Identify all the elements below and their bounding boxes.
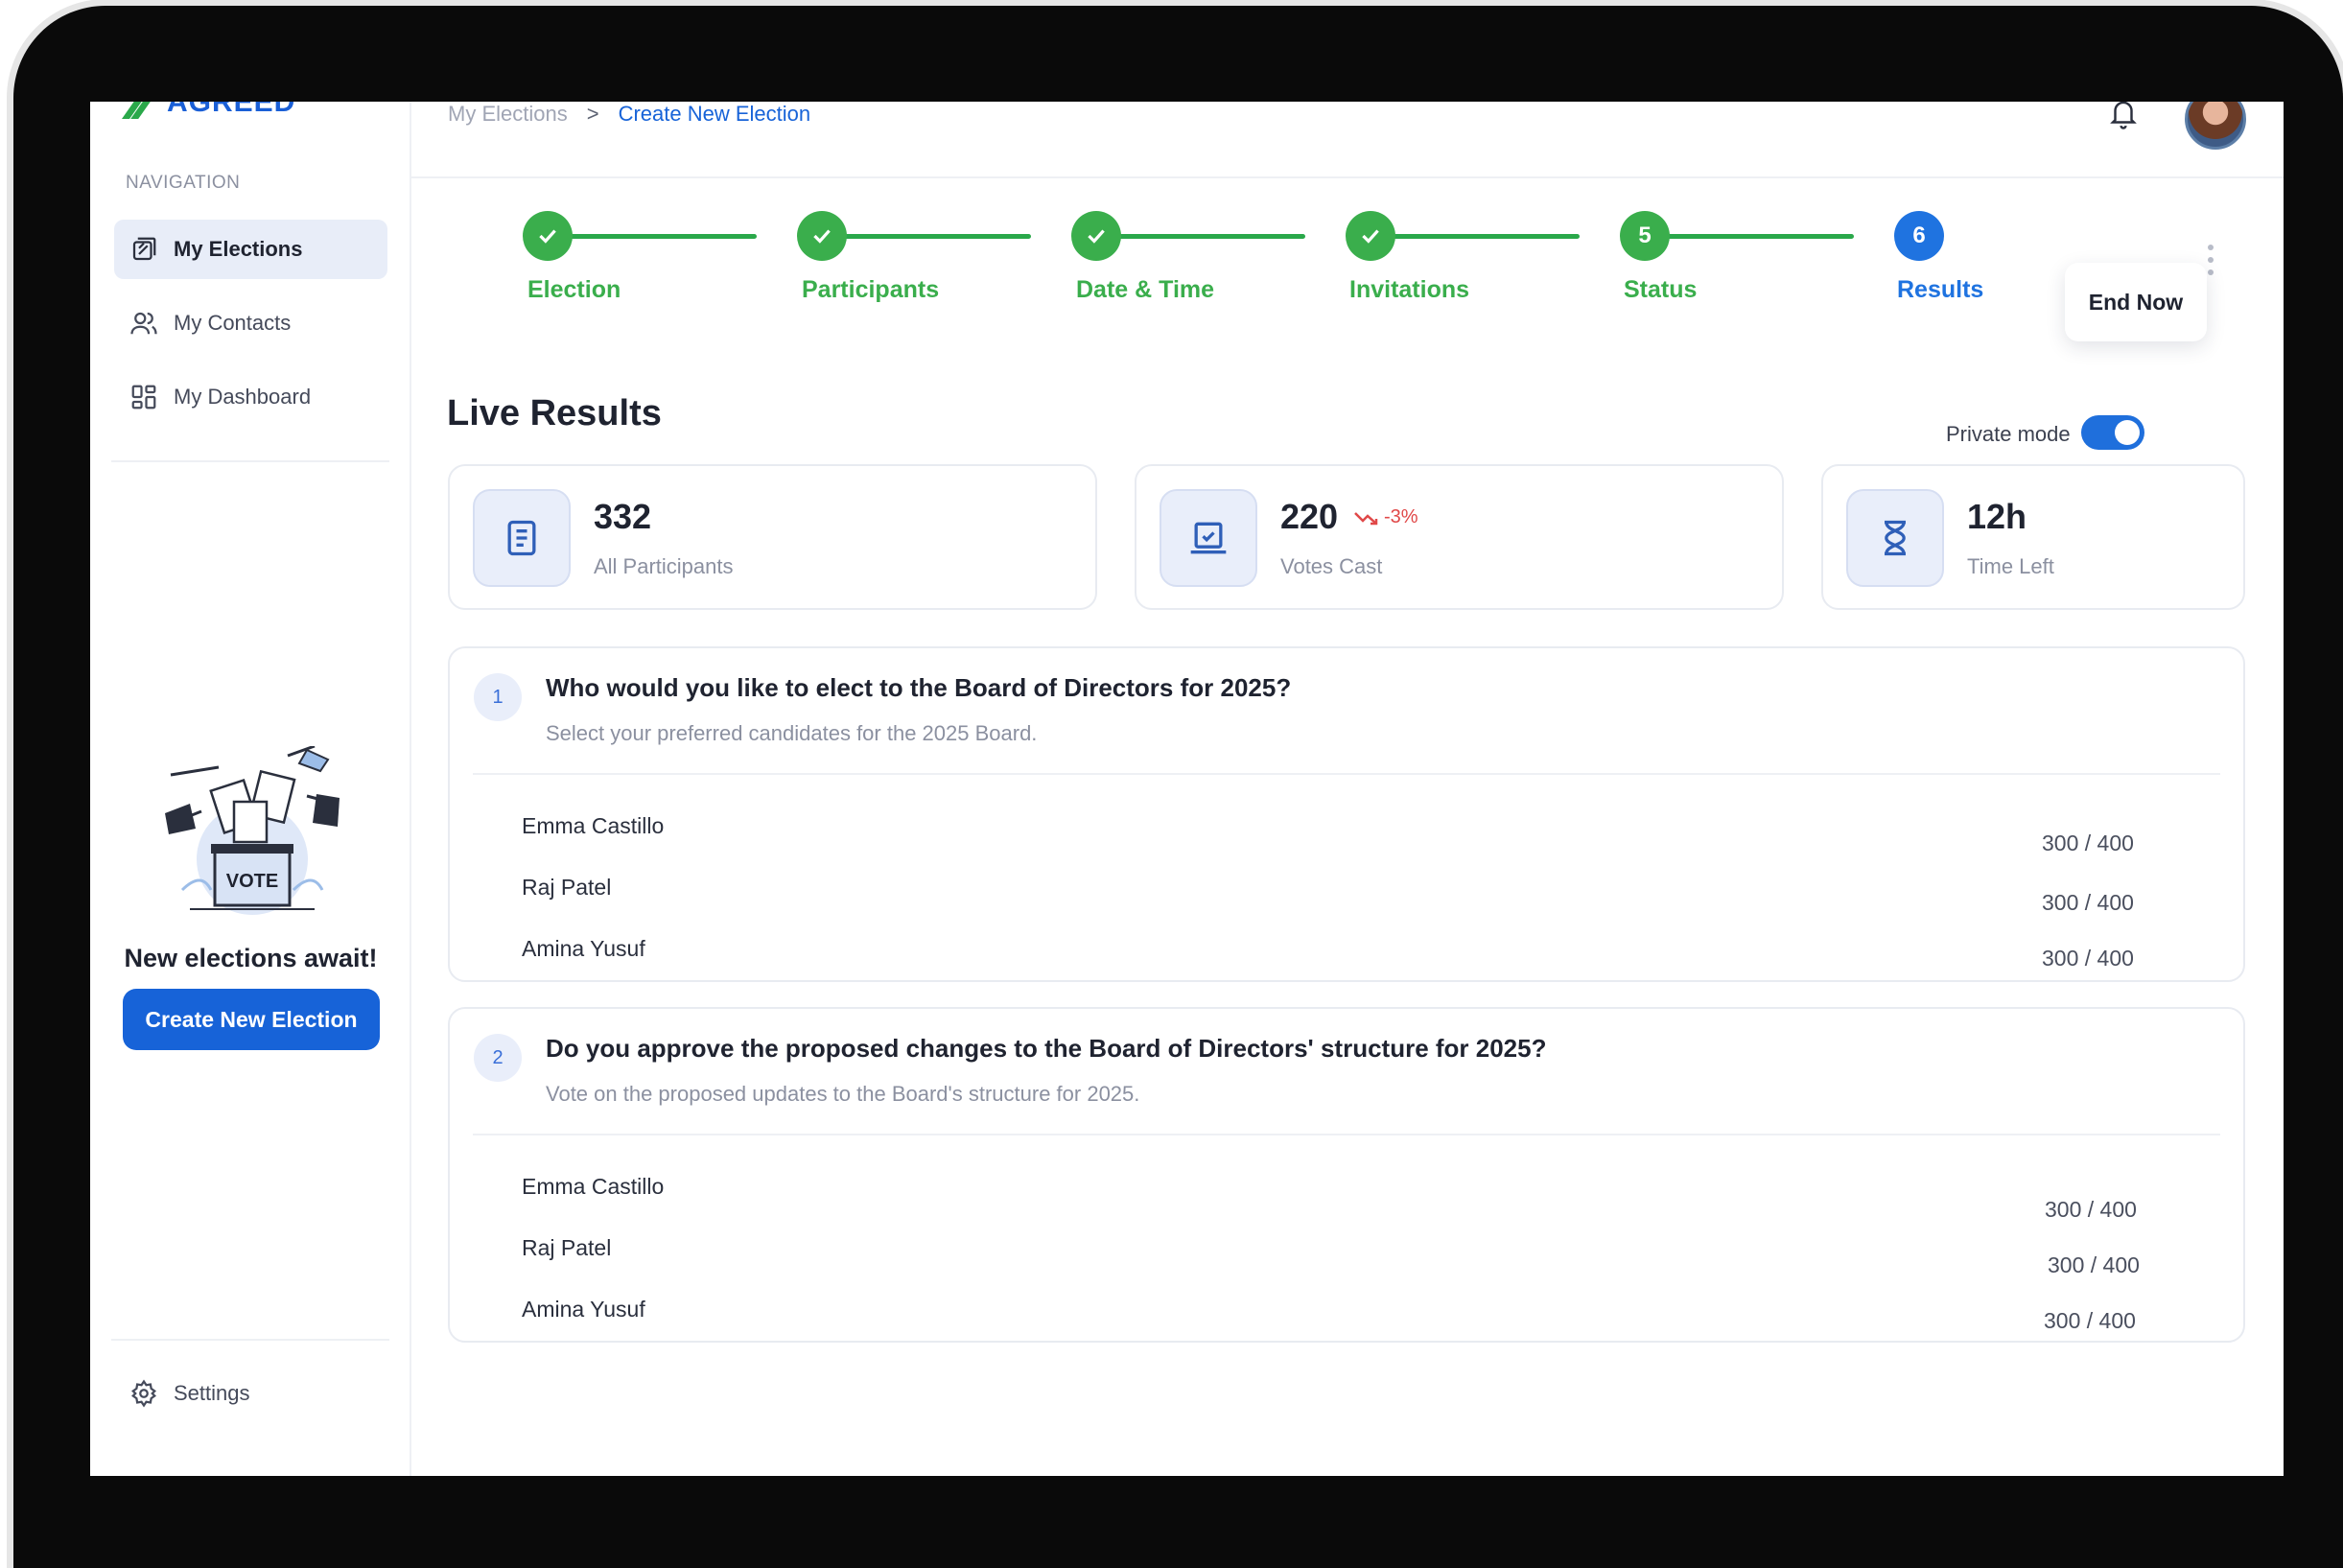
vote-illustration: VOTE: [165, 746, 340, 915]
trend-down-icon: [1354, 511, 1378, 525]
breadcrumb-my-elections[interactable]: My Elections: [448, 102, 568, 127]
stat-card-time-left: 12h Time Left: [1821, 464, 2245, 610]
stat-icon-box: [473, 489, 571, 587]
nav-divider: [111, 1339, 389, 1341]
step-connector: [567, 234, 757, 239]
bell-icon[interactable]: [2109, 102, 2138, 130]
page-title: Live Results: [447, 393, 662, 433]
stat-label: Time Left: [1967, 554, 2054, 578]
elections-icon: [132, 237, 156, 261]
stat-label: All Participants: [594, 554, 734, 578]
avatar[interactable]: [2185, 102, 2246, 150]
step-1-check-icon[interactable]: [523, 211, 573, 261]
stat-label: Votes Cast: [1280, 554, 1383, 578]
step-3-check-icon[interactable]: [1071, 211, 1121, 261]
step-4-check-icon[interactable]: [1346, 211, 1395, 261]
candidate-score: 300 / 400: [2042, 831, 2134, 855]
step-connector: [1664, 234, 1854, 239]
step-6-number[interactable]: 6: [1894, 211, 1944, 261]
question-card-2: 2 Do you approve the proposed changes to…: [448, 1007, 2245, 1343]
step-label-participants[interactable]: Participants: [802, 276, 939, 304]
gear-icon: [131, 1379, 156, 1408]
step-2-check-icon[interactable]: [797, 211, 847, 261]
candidate-name: Emma Castillo: [522, 1174, 665, 1199]
step-label-status[interactable]: Status: [1624, 276, 1697, 304]
step-label-date-time[interactable]: Date & Time: [1076, 276, 1214, 304]
ballot-icon: [1190, 522, 1227, 554]
create-new-election-button[interactable]: Create New Election: [123, 989, 380, 1050]
breadcrumb-current: Create New Election: [618, 102, 811, 126]
question-number-badge: 2: [474, 1034, 522, 1082]
step-label-invitations[interactable]: Invitations: [1349, 276, 1469, 304]
toggle-knob: [2115, 420, 2140, 445]
question-card-1: 1 Who would you like to elect to the Boa…: [448, 646, 2245, 982]
contacts-icon: [130, 312, 157, 335]
hourglass-icon: [1885, 520, 1906, 556]
step-label-election[interactable]: Election: [527, 276, 621, 304]
sidebar-item-label: Settings: [174, 1381, 250, 1405]
dashboard-icon: [131, 385, 156, 410]
candidate-score: 300 / 400: [2042, 946, 2134, 971]
nav-divider: [111, 460, 389, 462]
question-subtitle: Select your preferred candidates for the…: [546, 721, 1038, 745]
sidebar-item-my-dashboard[interactable]: My Dashboard: [114, 367, 387, 427]
nav-heading: NAVIGATION: [126, 173, 241, 193]
question-title: Who would you like to elect to the Board…: [546, 673, 1292, 702]
top-bar: My Elections > Create New Election: [411, 102, 2284, 178]
candidate-name: Raj Patel: [522, 1235, 612, 1260]
step-connector: [841, 234, 1031, 239]
logo-mark-icon: [121, 102, 159, 119]
stat-card-votes: 220 -3% Votes Cast: [1135, 464, 1784, 610]
question-divider: [473, 1134, 2220, 1135]
sidebar-item-my-elections[interactable]: My Elections: [114, 220, 387, 279]
private-mode-toggle[interactable]: [2081, 415, 2144, 450]
sidebar-item-label: My Contacts: [174, 311, 292, 335]
end-now-button[interactable]: End Now: [2065, 263, 2207, 341]
logo-text: AGREED: [167, 102, 296, 118]
main-content: My Elections > Create New Election Elect…: [411, 102, 2284, 1476]
candidate-name: Amina Yusuf: [522, 1297, 645, 1322]
question-number-badge: 1: [474, 673, 522, 721]
candidate-score: 300 / 400: [2042, 890, 2134, 915]
question-subtitle: Vote on the proposed updates to the Boar…: [546, 1082, 1140, 1106]
stat-icon-box: [1846, 489, 1944, 587]
breadcrumb-separator: >: [586, 102, 599, 126]
sidebar-item-label: My Dashboard: [174, 385, 312, 409]
step-connector: [1115, 234, 1305, 239]
stat-trend-value: -3%: [1384, 506, 1418, 527]
logo[interactable]: AGREED: [121, 102, 296, 119]
candidate-score: 300 / 400: [2045, 1197, 2137, 1222]
step-connector: [1390, 234, 1580, 239]
question-divider: [473, 773, 2220, 775]
candidate-score: 300 / 400: [2044, 1308, 2136, 1333]
stat-trend: -3%: [1353, 506, 1418, 528]
candidate-name: Amina Yusuf: [522, 936, 645, 961]
sidebar: AGREED NAVIGATION My Elections My Contac…: [90, 102, 411, 1476]
step-5-number[interactable]: 5: [1620, 211, 1670, 261]
promo-title: New elections await!: [124, 944, 378, 972]
question-title: Do you approve the proposed changes to t…: [546, 1034, 1547, 1063]
breadcrumb: My Elections > Create New Election: [448, 102, 810, 127]
stat-value: 332: [594, 497, 652, 536]
sidebar-item-settings[interactable]: Settings: [114, 1364, 387, 1423]
svg-text:VOTE: VOTE: [226, 871, 278, 892]
step-label-results[interactable]: Results: [1897, 276, 1983, 304]
more-options-icon[interactable]: [2208, 244, 2214, 276]
stat-value: 220: [1280, 497, 1339, 536]
candidate-name: Emma Castillo: [522, 813, 665, 838]
sidebar-item-my-contacts[interactable]: My Contacts: [114, 293, 387, 353]
private-mode-label: Private mode: [1946, 422, 2071, 446]
sidebar-item-label: My Elections: [174, 237, 303, 261]
stat-card-participants: 332 All Participants: [448, 464, 1097, 610]
candidate-score: 300 / 400: [2048, 1252, 2140, 1277]
stat-value: 12h: [1967, 497, 2027, 536]
candidate-name: Raj Patel: [522, 875, 612, 900]
stat-icon-box: [1160, 489, 1257, 587]
document-icon: [507, 520, 536, 556]
app-screen: AGREED NAVIGATION My Elections My Contac…: [90, 102, 2284, 1476]
